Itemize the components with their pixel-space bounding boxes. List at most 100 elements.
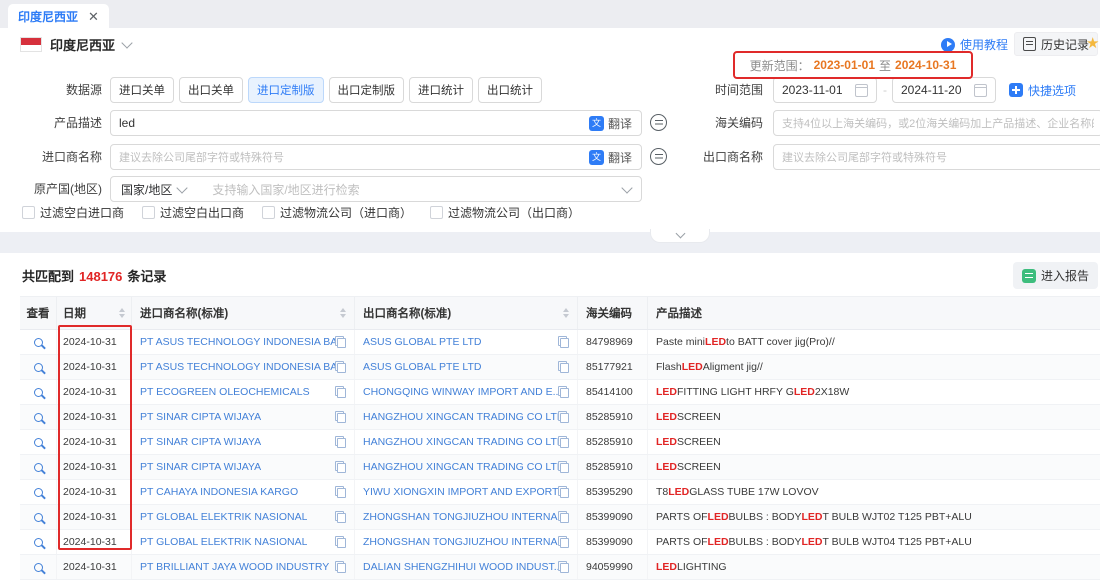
copy-icon[interactable] [335,436,346,449]
exporter-link[interactable]: ZHONGSHAN TONGJIUZHOU INTERNA... [363,536,558,548]
filter-checkbox[interactable]: 过滤空白出口商 [142,204,244,221]
importer-link[interactable]: PT ASUS TECHNOLOGY INDONESIA BA... [140,361,335,373]
datasource-tab-item[interactable]: 出口关单 [179,77,243,103]
collapse-form-button[interactable] [650,229,710,243]
datasource-tab-item[interactable]: 出口定制版 [329,77,405,103]
copy-icon[interactable] [558,486,569,499]
sort-icon[interactable] [113,308,125,318]
importer-link[interactable]: PT SINAR CIPTA WIJAYA [140,436,261,448]
date-to-input[interactable]: 2024-11-20 [892,77,996,103]
table-row: 2024-10-31PT CAHAYA INDONESIA KARGOYIWU … [20,480,1100,505]
cell-date: 2024-10-31 [57,455,132,479]
filter-checkbox[interactable]: 过滤物流公司（进口商） [262,204,412,221]
enter-report-button[interactable]: 进入报告 [1013,262,1098,289]
results-panel: 共匹配到148176条记录 进入报告 查看日期进口商名称(标准)出口商名称(标准… [0,253,1100,569]
column-header[interactable]: 进口商名称(标准) [132,297,355,329]
country-selector[interactable]: 印度尼西亚 [20,35,131,54]
quick-options-link[interactable]: 快捷选项 [1009,77,1076,103]
datasource-tab-item[interactable]: 进口关单 [110,77,174,103]
copy-icon[interactable] [335,561,346,574]
copy-icon[interactable] [335,511,346,524]
column-header[interactable]: 日期 [57,297,132,329]
copy-icon[interactable] [335,336,346,349]
calendar-icon[interactable] [974,84,987,97]
copy-icon[interactable] [335,536,346,549]
checkbox-box[interactable] [22,206,35,219]
datasource-tab-item[interactable]: 进口统计 [409,77,473,103]
copy-icon[interactable] [335,361,346,374]
origin-country-field[interactable]: 国家/地区 支持输入国家/地区进行检索 [110,176,642,202]
exporter-link[interactable]: HANGZHOU XINGCAN TRADING CO LTD [363,461,558,473]
datasource-tab-item[interactable]: 出口统计 [478,77,542,103]
page-tab-indonesia[interactable]: 印度尼西亚 ✕ [8,4,109,28]
translate-button[interactable]: 翻译 [589,144,632,170]
view-detail-icon[interactable] [34,338,43,347]
copy-icon[interactable] [558,386,569,399]
favorite-star-icon[interactable]: ★ [1086,34,1099,52]
exporter-link[interactable]: HANGZHOU XINGCAN TRADING CO LTD [363,436,558,448]
checkbox-box[interactable] [430,206,443,219]
indonesia-flag-icon [20,37,42,52]
view-detail-icon[interactable] [34,538,43,547]
sort-icon[interactable] [334,308,346,318]
view-detail-icon[interactable] [34,363,43,372]
copy-icon[interactable] [558,461,569,474]
column-header[interactable]: 出口商名称(标准) [355,297,578,329]
filter-checkbox[interactable]: 过滤空白进口商 [22,204,124,221]
copy-icon[interactable] [335,386,346,399]
copy-icon[interactable] [558,336,569,349]
exporter-input[interactable] [773,144,1100,170]
translate-button[interactable]: 翻译 [589,110,632,136]
view-detail-icon[interactable] [34,563,43,572]
importer-link[interactable]: PT ASUS TECHNOLOGY INDONESIA BA... [140,336,335,348]
view-detail-icon[interactable] [34,463,43,472]
datasource-tab-active[interactable]: 进口定制版 [248,77,324,103]
view-detail-icon[interactable] [34,513,43,522]
importer-link[interactable]: PT BRILLIANT JAYA WOOD INDUSTRY [140,561,329,573]
exporter-link[interactable]: YIWU XIONGXIN IMPORT AND EXPORT... [363,486,558,498]
copy-icon[interactable] [558,511,569,524]
product-input[interactable] [110,110,642,136]
table-row: 2024-10-31PT SINAR CIPTA WIJAYAHANGZHOU … [20,430,1100,455]
origin-type-select[interactable]: 国家/地区 [111,181,206,198]
cell-hs-code: 85285910 [578,430,648,454]
exporter-link[interactable]: ASUS GLOBAL PTE LTD [363,336,481,348]
sort-icon[interactable] [557,308,569,318]
exporter-link[interactable]: ASUS GLOBAL PTE LTD [363,361,481,373]
cell-description: LED SCREEN [648,405,1100,429]
exporter-link[interactable]: ZHONGSHAN TONGJIUZHOU INTERNA... [363,511,558,523]
table-row: 2024-10-31PT GLOBAL ELEKTRIK NASIONALZHO… [20,530,1100,555]
importer-link[interactable]: PT CAHAYA INDONESIA KARGO [140,486,298,498]
copy-icon[interactable] [558,561,569,574]
checkbox-box[interactable] [262,206,275,219]
importer-link[interactable]: PT GLOBAL ELEKTRIK NASIONAL [140,511,307,523]
importer-link[interactable]: PT SINAR CIPTA WIJAYA [140,461,261,473]
hs-code-input[interactable] [773,110,1100,136]
cell-hs-code: 85399090 [578,505,648,529]
view-detail-icon[interactable] [34,388,43,397]
copy-icon[interactable] [335,486,346,499]
view-detail-icon[interactable] [34,413,43,422]
calendar-icon[interactable] [855,84,868,97]
importer-link[interactable]: PT SINAR CIPTA WIJAYA [140,411,261,423]
view-detail-icon[interactable] [34,438,43,447]
exporter-link[interactable]: CHONGQING WINWAY IMPORT AND E... [363,386,558,398]
date-from-input[interactable]: 2023-11-01 [773,77,877,103]
copy-icon[interactable] [335,461,346,474]
update-range-to: 2024-10-31 [895,58,956,72]
importer-link[interactable]: PT GLOBAL ELEKTRIK NASIONAL [140,536,307,548]
table-row: 2024-10-31PT GLOBAL ELEKTRIK NASIONALZHO… [20,505,1100,530]
exporter-link[interactable]: HANGZHOU XINGCAN TRADING CO LTD [363,411,558,423]
copy-icon[interactable] [558,436,569,449]
filter-checkbox[interactable]: 过滤物流公司（出口商） [430,204,580,221]
exporter-link[interactable]: DALIAN SHENGZHIHUI WOOD INDUST... [363,561,558,573]
view-detail-icon[interactable] [34,488,43,497]
importer-link[interactable]: PT ECOGREEN OLEOCHEMICALS [140,386,310,398]
importer-input[interactable] [110,144,642,170]
tab-close-icon[interactable]: ✕ [88,10,99,23]
checkbox-box[interactable] [142,206,155,219]
copy-icon[interactable] [558,361,569,374]
copy-icon[interactable] [558,536,569,549]
copy-icon[interactable] [335,411,346,424]
copy-icon[interactable] [558,411,569,424]
